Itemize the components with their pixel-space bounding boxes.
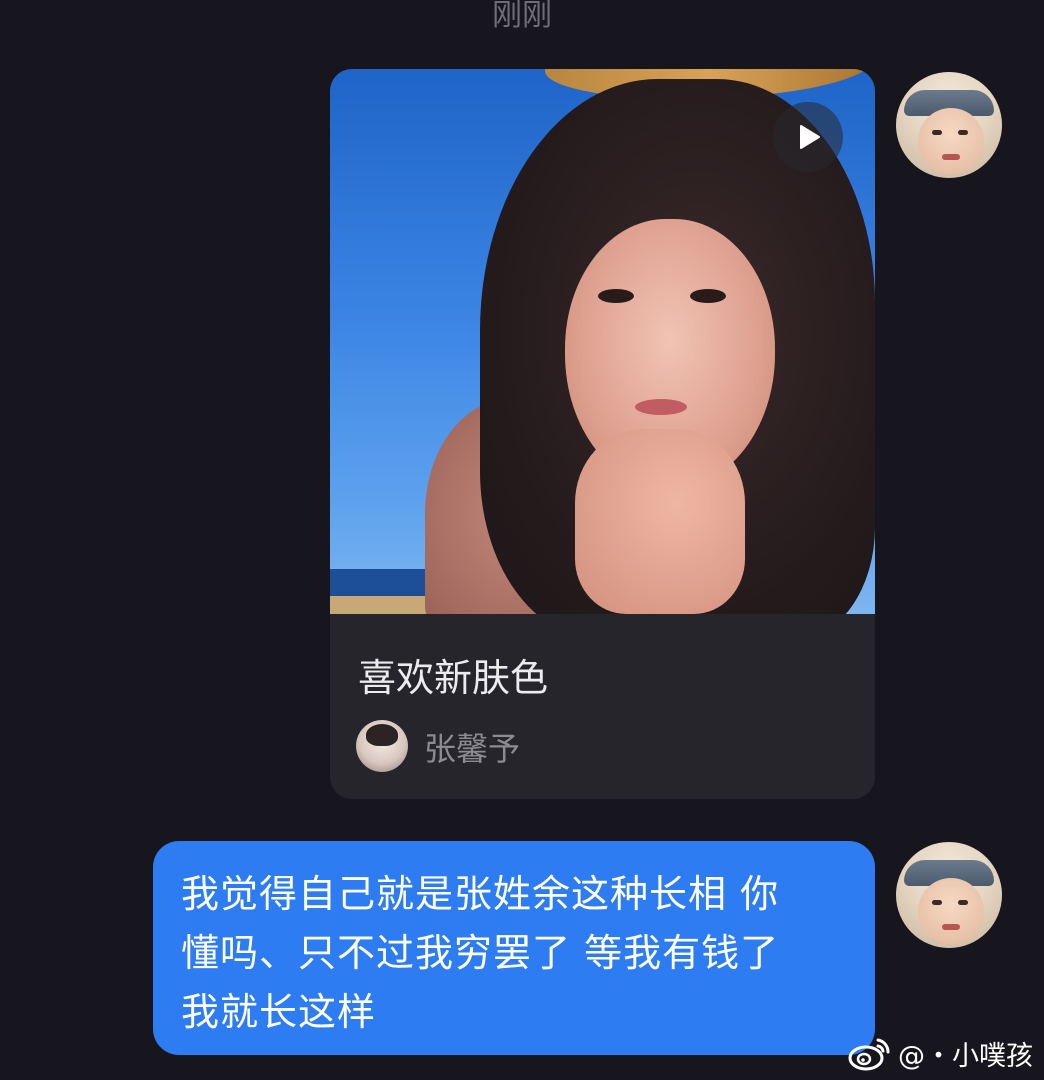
watermark: @・小噗孩 xyxy=(848,1034,1033,1073)
avatar-eye xyxy=(958,130,968,135)
play-button[interactable] xyxy=(773,102,843,172)
avatar[interactable] xyxy=(896,842,1002,948)
author-avatar-hair xyxy=(366,724,398,746)
author-name[interactable]: 张馨予 xyxy=(424,724,520,770)
watermark-text: @・小噗孩 xyxy=(898,1041,1033,1072)
right-eye-shape xyxy=(690,289,726,303)
avatar-face xyxy=(918,878,984,944)
shared-video-card[interactable]: 喜欢新肤色 张馨予 xyxy=(330,69,875,799)
avatar-face xyxy=(918,108,984,174)
video-thumbnail[interactable] xyxy=(330,69,875,614)
avatar[interactable] xyxy=(896,72,1002,178)
card-title: 喜欢新肤色 xyxy=(358,656,549,700)
avatar-eye xyxy=(958,900,968,905)
weibo-logo-icon xyxy=(848,1038,890,1070)
avatar-mouth xyxy=(942,924,960,930)
author-avatar[interactable] xyxy=(356,720,408,772)
message-bubble[interactable]: 我觉得自己就是张姓余这种长相 你 懂吗、只不过我穷罢了 等我有钱了 我就长这样 xyxy=(153,841,875,1055)
play-icon xyxy=(800,125,820,149)
hand-shape xyxy=(575,429,745,614)
avatar-mouth xyxy=(942,154,960,160)
avatar-eye xyxy=(932,900,942,905)
avatar-eye xyxy=(932,130,942,135)
lips-shape xyxy=(635,399,687,415)
message-text: 我觉得自己就是张姓余这种长相 你 懂吗、只不过我穷罢了 等我有钱了 我就长这样 xyxy=(181,872,780,1034)
timestamp: 刚刚 xyxy=(492,0,552,33)
left-eye-shape xyxy=(598,289,634,303)
